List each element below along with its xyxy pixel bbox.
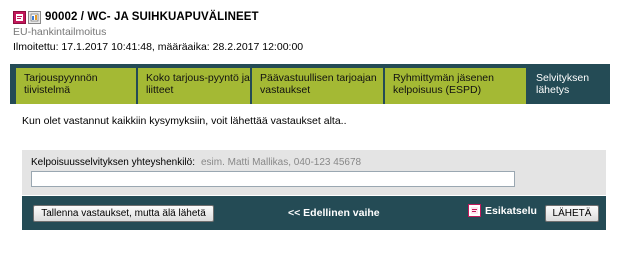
tab-label: Ryhmittymän jäsenen kelpoisuus (ESPD) bbox=[393, 72, 494, 96]
tab-label: Päävastuullisen tarjoajan vastaukset bbox=[260, 72, 377, 96]
tab-label: Selvityksen lähetys bbox=[536, 72, 590, 96]
tab-label: Tarjouspyynnön tiivistelmä bbox=[24, 72, 98, 96]
contact-person-input[interactable] bbox=[31, 171, 515, 187]
preview-link[interactable]: Esikatselu bbox=[468, 204, 537, 217]
announcement-dates: Ilmoitettu: 17.1.2017 10:41:48, määräaik… bbox=[13, 41, 304, 53]
tab-bar: Tarjouspyynnön tiivistelmä Koko tarjous-… bbox=[10, 64, 610, 104]
tab-submission[interactable]: Selvityksen lähetys bbox=[528, 68, 610, 104]
contact-panel: Kelpoisuusselvityksen yhteyshenkilö: esim… bbox=[22, 150, 606, 195]
contact-label-row: Kelpoisuusselvityksen yhteyshenkilö: esim… bbox=[31, 157, 361, 168]
tab-group-member-espd[interactable]: Ryhmittymän jäsenen kelpoisuus (ESPD) bbox=[385, 68, 526, 104]
tab-summary[interactable]: Tarjouspyynnön tiivistelmä bbox=[16, 68, 136, 104]
tab-full-request[interactable]: Koko tarjous-pyyntö ja liitteet bbox=[138, 68, 250, 104]
pdf-icon bbox=[468, 204, 481, 217]
procurement-type: EU-hankintailmoitus bbox=[13, 26, 107, 38]
save-without-sending-button[interactable]: Tallenna vastaukset, mutta älä lähetä bbox=[33, 205, 214, 222]
preview-label: Esikatselu bbox=[485, 204, 537, 217]
contact-label: Kelpoisuusselvityksen yhteyshenkilö: bbox=[31, 157, 195, 168]
tab-label: Koko tarjous-pyyntö ja liitteet bbox=[146, 72, 250, 96]
page-header: 90002 / WC- JA SUIHKUAPUVÄLINEET EU-hank… bbox=[13, 8, 621, 54]
action-bar: Tallenna vastaukset, mutta älä lähetä <<… bbox=[22, 196, 606, 230]
contact-hint: esim. Matti Mallikas, 040-123 45678 bbox=[200, 157, 362, 168]
document-icon[interactable] bbox=[28, 10, 41, 24]
instruction-text: Kun olet vastannut kaikkiin kysymyksiin,… bbox=[22, 115, 347, 127]
tab-main-bidder-answers[interactable]: Päävastuullisen tarjoajan vastaukset bbox=[252, 68, 383, 104]
page-title: 90002 / WC- JA SUIHKUAPUVÄLINEET bbox=[45, 11, 259, 23]
pdf-icon[interactable] bbox=[13, 10, 26, 24]
title-row: 90002 / WC- JA SUIHKUAPUVÄLINEET bbox=[13, 8, 621, 26]
previous-step-link[interactable]: << Edellinen vaihe bbox=[288, 207, 380, 219]
send-button[interactable]: LÄHETÄ bbox=[545, 205, 599, 222]
